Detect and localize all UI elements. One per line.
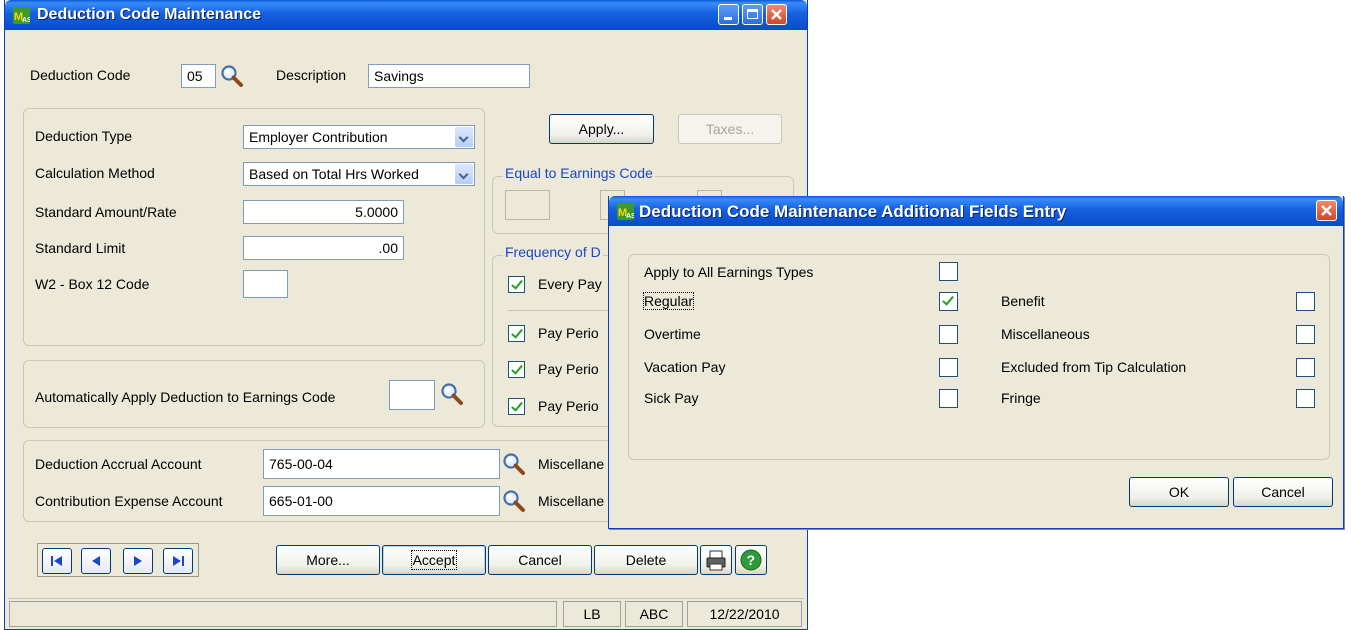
apply-button[interactable]: Apply... xyxy=(549,114,654,144)
pay-period-3-checkbox[interactable] xyxy=(508,398,525,415)
status-bar: LB ABC 12/22/2010 xyxy=(8,598,804,629)
accept-button[interactable]: Accept xyxy=(382,545,486,575)
standard-amount-field[interactable]: 5.0000 xyxy=(243,200,404,224)
frequency-group-label: Frequency of D xyxy=(503,244,603,260)
miscellaneous-label: Miscellaneous xyxy=(1001,326,1090,342)
description-label: Description xyxy=(276,67,347,83)
calculation-method-label: Calculation Method xyxy=(35,165,155,181)
status-date: 12/22/2010 xyxy=(687,601,802,627)
first-record-icon[interactable] xyxy=(42,548,72,574)
w2-box12-field[interactable] xyxy=(243,270,288,298)
contribution-misc-label: Miscellane xyxy=(538,493,605,509)
fringe-label: Fringe xyxy=(1001,390,1041,406)
every-pay-checkbox[interactable] xyxy=(508,276,525,293)
dialog-title: Deduction Code Maintenance Additional Fi… xyxy=(639,202,1067,221)
overtime-label: Overtime xyxy=(644,326,701,342)
deduction-accrual-field[interactable]: 765-00-04 xyxy=(263,449,500,479)
chevron-down-icon[interactable] xyxy=(455,164,473,184)
sick-pay-label: Sick Pay xyxy=(644,390,699,406)
divider xyxy=(508,310,618,311)
deduction-type-value: Employer Contribution xyxy=(249,129,388,145)
help-icon[interactable]: ? xyxy=(735,545,767,575)
excluded-tip-checkbox[interactable] xyxy=(1296,358,1315,377)
pay-period-1-checkbox[interactable] xyxy=(508,325,525,342)
overtime-checkbox[interactable] xyxy=(939,325,958,344)
last-record-icon[interactable] xyxy=(163,548,193,574)
vacation-pay-label: Vacation Pay xyxy=(644,359,726,375)
deduction-code-label: Deduction Code xyxy=(30,67,131,83)
app-icon xyxy=(13,7,30,24)
calculation-method-value: Based on Total Hrs Worked xyxy=(249,166,419,182)
contribution-expense-label: Contribution Expense Account xyxy=(35,493,223,509)
minimize-icon[interactable] xyxy=(718,4,739,25)
equal-to-earnings-code-label: Equal to Earnings Code xyxy=(503,165,655,181)
accrual-misc-label: Miscellane xyxy=(538,456,605,472)
pay-period-3-label: Pay Perio xyxy=(538,398,599,414)
printer-icon[interactable] xyxy=(700,545,732,575)
apply-all-earnings-label: Apply to All Earnings Types xyxy=(644,264,814,280)
more-button[interactable]: More... xyxy=(276,545,380,575)
status-user: LB xyxy=(563,601,621,627)
apply-all-earnings-checkbox[interactable] xyxy=(939,262,958,281)
standard-limit-field[interactable]: .00 xyxy=(243,236,404,260)
cancel-button[interactable]: Cancel xyxy=(488,545,592,575)
contribution-expense-field[interactable]: 665-01-00 xyxy=(263,486,500,516)
close-icon[interactable] xyxy=(766,4,787,25)
dialog-cancel-button[interactable]: Cancel xyxy=(1233,477,1333,507)
deduction-accrual-label: Deduction Accrual Account xyxy=(35,456,202,472)
benefit-checkbox[interactable] xyxy=(1296,292,1315,311)
app-icon xyxy=(617,203,634,220)
close-icon[interactable] xyxy=(1316,200,1337,221)
magnifier-icon[interactable] xyxy=(502,452,526,476)
delete-button[interactable]: Delete xyxy=(594,545,698,575)
vacation-pay-checkbox[interactable] xyxy=(939,358,958,377)
pay-period-2-label: Pay Perio xyxy=(538,361,599,377)
description-field[interactable]: Savings xyxy=(368,64,530,88)
chevron-down-icon[interactable] xyxy=(455,127,473,147)
standard-limit-label: Standard Limit xyxy=(35,240,126,256)
next-record-icon[interactable] xyxy=(123,548,153,574)
auto-apply-earnings-code-field[interactable] xyxy=(389,380,435,410)
standard-amount-label: Standard Amount/Rate xyxy=(35,204,177,220)
taxes-button[interactable]: Taxes... xyxy=(678,114,782,144)
svg-text:?: ? xyxy=(747,552,756,568)
status-company: ABC xyxy=(625,601,683,627)
calculation-method-select[interactable]: Based on Total Hrs Worked xyxy=(243,162,475,186)
benefit-label: Benefit xyxy=(1001,293,1045,309)
pay-period-2-checkbox[interactable] xyxy=(508,361,525,378)
deduction-type-select[interactable]: Employer Contribution xyxy=(243,125,475,149)
deduction-code-field[interactable]: 05 xyxy=(181,64,216,88)
w2-box12-label: W2 - Box 12 Code xyxy=(35,276,150,292)
earnings-types-panel xyxy=(628,254,1330,460)
status-message xyxy=(9,601,557,627)
record-navigation xyxy=(37,543,199,577)
excluded-tip-label: Excluded from Tip Calculation xyxy=(1001,359,1187,375)
sick-pay-checkbox[interactable] xyxy=(939,389,958,408)
regular-checkbox[interactable] xyxy=(939,292,958,311)
ok-button[interactable]: OK xyxy=(1129,477,1229,507)
fringe-checkbox[interactable] xyxy=(1296,389,1315,408)
pay-period-1-label: Pay Perio xyxy=(538,325,599,341)
magnifier-icon[interactable] xyxy=(502,489,526,513)
magnifier-icon[interactable] xyxy=(440,382,464,406)
magnifier-icon[interactable] xyxy=(220,64,244,88)
regular-label: Regular xyxy=(642,292,695,310)
main-window-title: Deduction Code Maintenance xyxy=(37,6,262,23)
main-title-bar[interactable]: Deduction Code Maintenance xyxy=(5,0,807,30)
miscellaneous-checkbox[interactable] xyxy=(1296,325,1315,344)
deduction-type-label: Deduction Type xyxy=(35,128,133,144)
auto-apply-label: Automatically Apply Deduction to Earning… xyxy=(35,389,336,405)
dialog-title-bar[interactable]: Deduction Code Maintenance Additional Fi… xyxy=(609,196,1343,226)
previous-record-icon[interactable] xyxy=(81,548,111,574)
equal-earnings-code-field xyxy=(505,190,550,220)
maximize-icon[interactable] xyxy=(742,4,763,25)
every-pay-label: Every Pay xyxy=(538,276,602,292)
additional-fields-dialog: Deduction Code Maintenance Additional Fi… xyxy=(608,196,1344,529)
